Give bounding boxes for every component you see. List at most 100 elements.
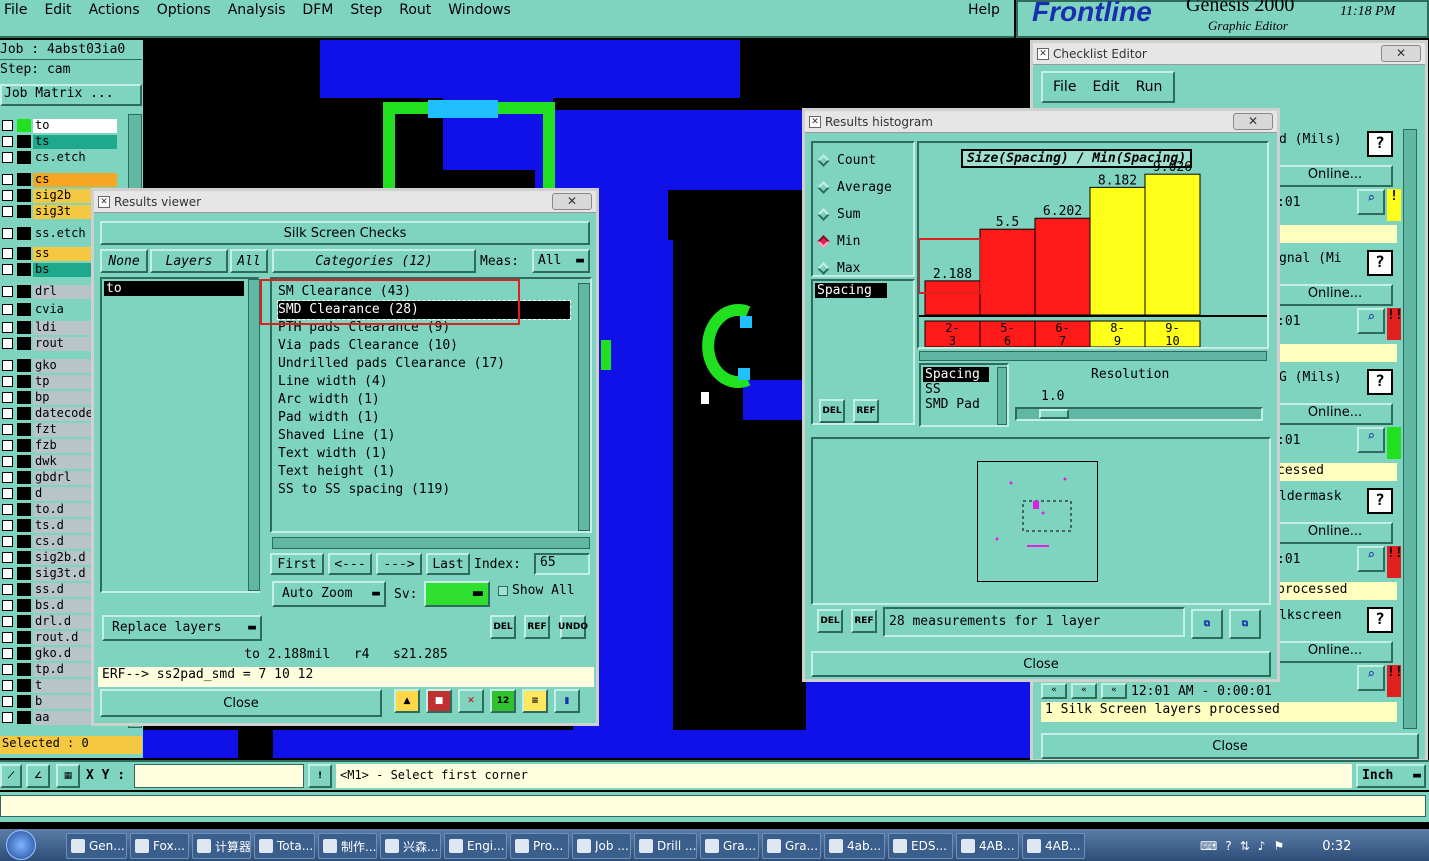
- layer-color-swatch[interactable]: [17, 551, 31, 564]
- layer-checkbox[interactable]: [2, 504, 13, 515]
- first-button[interactable]: First: [270, 553, 324, 575]
- layer-name[interactable]: cs: [33, 172, 117, 187]
- delete-icon[interactable]: ✕: [458, 689, 484, 713]
- layer-color-swatch[interactable]: [17, 583, 31, 596]
- chart-hscroll[interactable]: [919, 351, 1267, 361]
- layer-checkbox[interactable]: [2, 376, 13, 387]
- layer-color-swatch[interactable]: [17, 135, 31, 148]
- ref-button[interactable]: REF: [853, 399, 879, 423]
- taskbar-button[interactable]: 制作...: [318, 833, 377, 859]
- checklist-menu-run[interactable]: Run: [1136, 79, 1163, 95]
- layer-name[interactable]: ts: [33, 134, 117, 149]
- layer-row[interactable]: cs.etch: [0, 150, 142, 165]
- layer-color-swatch[interactable]: [17, 711, 31, 724]
- layers-button[interactable]: Layers: [150, 249, 228, 273]
- category-item[interactable]: Arc width (1): [278, 391, 590, 409]
- del-button[interactable]: DEL: [819, 399, 845, 423]
- layer-color-swatch[interactable]: [17, 615, 31, 628]
- next-button[interactable]: --->: [376, 553, 422, 575]
- layer-color-swatch[interactable]: [17, 391, 31, 404]
- layer-color-swatch[interactable]: [17, 247, 31, 260]
- replace-layers-dropdown[interactable]: Replace layers ▬: [102, 615, 262, 641]
- taskbar-button[interactable]: Tota...: [254, 833, 315, 859]
- layer-checkbox[interactable]: [2, 248, 13, 259]
- help-icon[interactable]: ?: [1367, 250, 1393, 276]
- type-item-smd-pad[interactable]: SMD Pad: [923, 397, 1007, 412]
- layer-checkbox[interactable]: [2, 664, 13, 675]
- option-max-radio[interactable]: Max: [813, 255, 913, 282]
- menu-actions[interactable]: Actions: [89, 2, 140, 18]
- online-button[interactable]: Online...: [1277, 403, 1393, 425]
- category-item[interactable]: Shaved Line (1): [278, 427, 590, 445]
- layer-color-swatch[interactable]: [17, 189, 31, 202]
- layer-checkbox[interactable]: [2, 190, 13, 201]
- layer-checkbox[interactable]: [2, 264, 13, 275]
- histogram-close-button[interactable]: Close: [811, 651, 1271, 677]
- layer-checkbox[interactable]: [2, 520, 13, 531]
- layer-color-swatch[interactable]: [17, 321, 31, 334]
- taskbar-button[interactable]: Pro...: [510, 833, 569, 859]
- layer-checkbox[interactable]: [2, 584, 13, 595]
- layer-checkbox[interactable]: [2, 304, 13, 315]
- layer-color-swatch[interactable]: [17, 423, 31, 436]
- help-icon[interactable]: ?: [1225, 839, 1231, 853]
- checklist-menu-file[interactable]: File: [1053, 79, 1076, 95]
- unit-dropdown[interactable]: Inch ▬: [1356, 764, 1426, 788]
- menu-rout[interactable]: Rout: [399, 2, 431, 18]
- layer-name[interactable]: to: [33, 118, 117, 133]
- index-field[interactable]: 65: [534, 553, 590, 575]
- online-button[interactable]: Online...: [1277, 641, 1393, 663]
- zoom-icon[interactable]: ⌕: [1357, 308, 1385, 334]
- layer-checkbox[interactable]: [2, 322, 13, 333]
- sv-color-dropdown[interactable]: ▬: [424, 581, 490, 607]
- auto-zoom-dropdown[interactable]: Auto Zoom ▬: [272, 581, 386, 607]
- layer-item-to[interactable]: to: [104, 281, 244, 296]
- layer-color-swatch[interactable]: [17, 647, 31, 660]
- category-item[interactable]: Pad width (1): [278, 409, 590, 427]
- type-item-ss[interactable]: SS: [923, 382, 1007, 397]
- taskbar-button[interactable]: Gen...: [66, 833, 127, 859]
- undo-button[interactable]: UNDO: [558, 615, 588, 639]
- angle-icon[interactable]: ∠: [26, 764, 50, 788]
- online-button[interactable]: Online...: [1277, 284, 1393, 306]
- spacing-type-listbox[interactable]: Spacing SS SMD Pad: [919, 363, 1009, 427]
- meas-dropdown[interactable]: All ▬: [532, 249, 590, 273]
- type-item-spacing[interactable]: Spacing: [923, 367, 989, 382]
- checklist-close-button[interactable]: Close: [1041, 733, 1419, 759]
- menu-file[interactable]: File: [4, 2, 27, 18]
- layer-checkbox[interactable]: [2, 568, 13, 579]
- histogram-icon[interactable]: ▮: [554, 689, 580, 713]
- checklist-scrollbar[interactable]: [1403, 129, 1417, 729]
- flag-icon[interactable]: ⚑: [1273, 839, 1284, 853]
- layer-checkbox[interactable]: [2, 456, 13, 467]
- close-icon[interactable]: ✕: [552, 193, 592, 210]
- layer-color-swatch[interactable]: [17, 119, 31, 132]
- layer-checkbox[interactable]: [2, 632, 13, 643]
- layer-color-swatch[interactable]: [17, 679, 31, 692]
- layer-color-swatch[interactable]: [17, 375, 31, 388]
- del-button[interactable]: DEL: [817, 609, 843, 633]
- layer-row[interactable]: to: [0, 118, 142, 133]
- layer-checkbox[interactable]: [2, 712, 13, 723]
- layer-color-swatch[interactable]: [17, 487, 31, 500]
- layer-color-swatch[interactable]: [17, 205, 31, 218]
- layer-checkbox[interactable]: [2, 696, 13, 707]
- results-viewer-titlebar[interactable]: ✕ Results viewer ✕: [94, 191, 596, 213]
- layer-color-swatch[interactable]: [17, 695, 31, 708]
- layer-checkbox[interactable]: [2, 440, 13, 451]
- layer-checkbox[interactable]: [2, 392, 13, 403]
- layer-color-swatch[interactable]: [17, 599, 31, 612]
- layers-listbox-scroll[interactable]: [248, 279, 260, 591]
- layer-color-swatch[interactable]: [17, 503, 31, 516]
- taskbar-button[interactable]: Gra...: [762, 833, 821, 859]
- option-average-radio[interactable]: Average: [813, 174, 913, 201]
- category-item[interactable]: Undrilled pads Clearance (17): [278, 355, 590, 373]
- taskbar-button[interactable]: Gra...: [700, 833, 759, 859]
- report-icon[interactable]: ≡: [522, 689, 548, 713]
- layer-color-swatch[interactable]: [17, 567, 31, 580]
- online-button[interactable]: Online...: [1277, 522, 1393, 544]
- volume-icon[interactable]: ♪: [1258, 839, 1266, 853]
- ref-button[interactable]: REF: [524, 615, 550, 639]
- categories-hscroll[interactable]: [272, 537, 590, 549]
- taskbar-button[interactable]: Fox...: [130, 833, 189, 859]
